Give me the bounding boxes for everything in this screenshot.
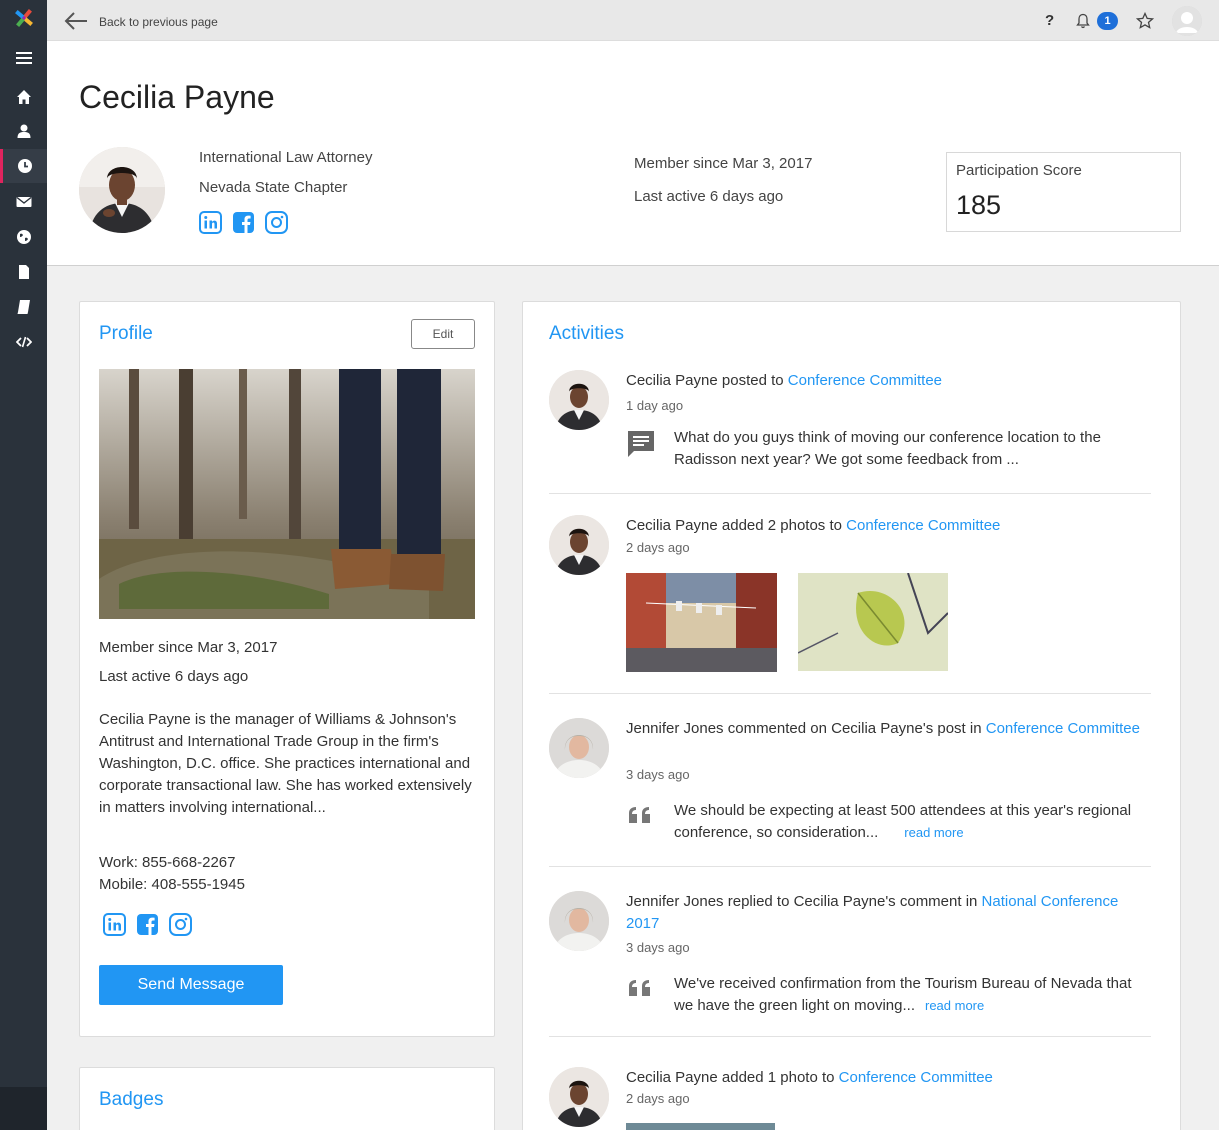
activity-item: Cecilia Payne posted to Conference Commi… bbox=[549, 370, 1151, 480]
score-value: 185 bbox=[956, 190, 1002, 220]
profile-cover-photo bbox=[99, 369, 475, 619]
back-arrow-icon[interactable] bbox=[63, 10, 89, 32]
globe-icon[interactable] bbox=[0, 220, 47, 254]
profile-bio: Cecilia Payne is the manager of Williams… bbox=[99, 711, 472, 816]
work-phone: Work: 855-668-2267 bbox=[99, 854, 236, 871]
facebook-icon[interactable] bbox=[136, 913, 159, 936]
send-message-button[interactable]: Send Message bbox=[99, 965, 283, 1005]
avatar[interactable] bbox=[549, 718, 609, 778]
activity-item: Jennifer Jones replied to Cecilia Payne'… bbox=[549, 891, 1151, 1031]
activity-headline: Jennifer Jones commented on Cecilia Payn… bbox=[626, 718, 1146, 740]
activity-headline: Jennifer Jones replied to Cecilia Payne'… bbox=[626, 891, 1146, 935]
activity-headline: Cecilia Payne added 2 photos to Conferen… bbox=[626, 515, 1146, 537]
avatar[interactable] bbox=[549, 891, 609, 951]
divider bbox=[549, 493, 1151, 494]
app-logo[interactable] bbox=[0, 0, 47, 38]
badges-card: Badges bbox=[79, 1067, 495, 1130]
activity-body-text: We should be expecting at least 500 atte… bbox=[674, 802, 1132, 841]
home-icon[interactable] bbox=[0, 80, 47, 114]
activity-actor: Cecilia Payne added 2 photos to bbox=[626, 517, 842, 534]
activity-body-text: We've received confirmation from the Tou… bbox=[674, 975, 1132, 1014]
bell-icon[interactable] bbox=[1075, 13, 1091, 29]
activity-item: Cecilia Payne added 2 photos to Conferen… bbox=[549, 515, 1151, 675]
activity-time: 3 days ago bbox=[626, 767, 690, 782]
activity-headline: Cecilia Payne added 1 photo to Conferenc… bbox=[626, 1067, 1146, 1089]
social-links bbox=[199, 211, 288, 234]
activities-card: Activities Cecilia Payne posted to Confe… bbox=[522, 301, 1181, 1130]
quote-icon bbox=[626, 978, 656, 1008]
profile-header: Cecilia Payne International Law Attorney… bbox=[47, 41, 1219, 266]
clock-icon[interactable] bbox=[0, 149, 47, 183]
activities-title: Activities bbox=[549, 323, 624, 344]
participation-score: Participation Score 185 bbox=[946, 152, 1181, 232]
activity-time: 2 days ago bbox=[626, 1091, 690, 1106]
menu-icon[interactable] bbox=[0, 41, 47, 75]
activity-actor: Jennifer Jones replied to Cecilia Payne'… bbox=[626, 893, 978, 910]
group-link[interactable]: Conference Committee bbox=[846, 517, 1000, 534]
group-link[interactable]: Conference Committee bbox=[839, 1069, 993, 1086]
sidebar-footer bbox=[0, 1087, 47, 1130]
user-avatar[interactable] bbox=[1172, 6, 1202, 36]
activity-actor: Jennifer Jones commented on Cecilia Payn… bbox=[626, 720, 982, 737]
back-link[interactable]: Back to previous page bbox=[99, 15, 218, 29]
divider bbox=[549, 866, 1151, 867]
edit-button[interactable]: Edit bbox=[411, 319, 475, 349]
divider bbox=[549, 1036, 1151, 1037]
profile-title: Profile bbox=[99, 323, 153, 344]
activity-body: We should be expecting at least 500 atte… bbox=[674, 800, 1144, 844]
photo-thumbnail[interactable] bbox=[626, 1123, 775, 1130]
job-title: International Law Attorney bbox=[199, 149, 373, 166]
avatar bbox=[79, 147, 165, 233]
comment-icon bbox=[626, 429, 656, 459]
activity-actor: Cecilia Payne posted to bbox=[626, 372, 784, 389]
activity-body: We've received confirmation from the Tou… bbox=[674, 973, 1144, 1017]
profile-card: Profile Edit Member since Mar 3, 2017 La… bbox=[79, 301, 495, 1037]
user-icon[interactable] bbox=[0, 114, 47, 148]
activity-item: Jennifer Jones commented on Cecilia Payn… bbox=[549, 718, 1151, 858]
group-link[interactable]: Conference Committee bbox=[788, 372, 942, 389]
read-more-link[interactable]: read more bbox=[925, 998, 984, 1013]
quote-icon bbox=[626, 805, 656, 835]
help-icon[interactable]: ? bbox=[1045, 12, 1054, 29]
linkedin-icon[interactable] bbox=[103, 913, 126, 936]
activity-time: 1 day ago bbox=[626, 398, 684, 413]
activity-headline: Cecilia Payne posted to Conference Commi… bbox=[626, 370, 1146, 392]
mobile-phone: Mobile: 408-555-1945 bbox=[99, 876, 245, 893]
group-link[interactable]: Conference Committee bbox=[986, 720, 1140, 737]
profile-last-active: Last active 6 days ago bbox=[99, 668, 249, 685]
avatar[interactable] bbox=[549, 1067, 609, 1127]
activity-body: What do you guys think of moving our con… bbox=[674, 429, 1101, 468]
notification-badge[interactable]: 1 bbox=[1097, 12, 1118, 30]
facebook-icon[interactable] bbox=[232, 211, 255, 234]
avatar[interactable] bbox=[549, 515, 609, 575]
score-label: Participation Score bbox=[956, 162, 1082, 179]
chapter-name: Nevada State Chapter bbox=[199, 179, 348, 196]
profile-member-since: Member since Mar 3, 2017 bbox=[99, 639, 278, 656]
linkedin-icon[interactable] bbox=[199, 211, 222, 234]
book-icon[interactable] bbox=[0, 290, 47, 324]
page-title: Cecilia Payne bbox=[79, 79, 275, 115]
document-icon[interactable] bbox=[0, 255, 47, 289]
last-active: Last active 6 days ago bbox=[634, 188, 784, 205]
divider bbox=[549, 693, 1151, 694]
mail-icon[interactable] bbox=[0, 185, 47, 219]
activity-actor: Cecilia Payne added 1 photo to bbox=[626, 1069, 835, 1086]
photo-thumbnail[interactable] bbox=[626, 573, 777, 672]
activity-time: 3 days ago bbox=[626, 940, 690, 955]
read-more-link[interactable]: read more bbox=[904, 825, 963, 840]
activity-item: Cecilia Payne added 1 photo to Conferenc… bbox=[549, 1067, 1151, 1130]
avatar[interactable] bbox=[549, 370, 609, 430]
badges-title: Badges bbox=[99, 1089, 164, 1110]
profile-social-links bbox=[103, 913, 192, 936]
photo-thumbnail[interactable] bbox=[798, 573, 948, 671]
instagram-icon[interactable] bbox=[169, 913, 192, 936]
activity-time: 2 days ago bbox=[626, 540, 690, 555]
instagram-icon[interactable] bbox=[265, 211, 288, 234]
member-since: Member since Mar 3, 2017 bbox=[634, 155, 813, 172]
topbar: Back to previous page ? 1 bbox=[47, 0, 1219, 41]
star-icon[interactable] bbox=[1135, 11, 1155, 30]
sidebar bbox=[0, 0, 47, 1130]
code-icon[interactable] bbox=[0, 325, 47, 359]
